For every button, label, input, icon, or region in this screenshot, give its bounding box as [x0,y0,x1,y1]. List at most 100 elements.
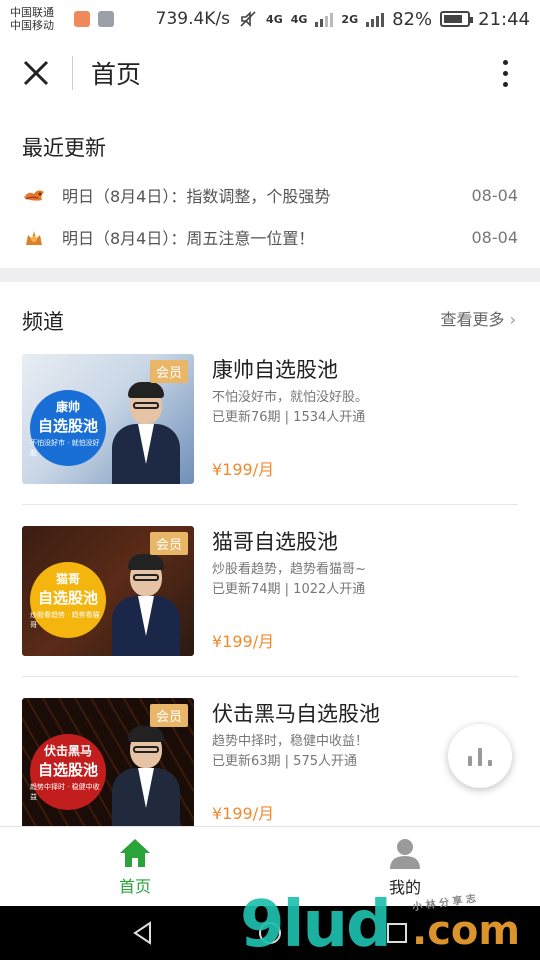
close-icon [23,60,49,86]
channel-card[interactable]: 猫哥 自选股池 炒股看趋势 · 趋势看猫哥 会员 猫哥自选股池 炒股看趋势，趋势… [22,526,518,656]
notification-app-icon [74,11,90,27]
member-badge: 会员 [149,704,188,727]
more-vertical-icon-dot [502,70,508,76]
bar-chart-icon-bar [468,756,472,766]
home-circle-icon [258,922,281,944]
channel-stats: 已更新63期 | 575人开通 [212,754,357,769]
channel-stats: 已更新74期 | 1022人开通 [212,582,366,597]
see-more-link[interactable]: 查看更多 › [440,306,516,330]
recent-updates-section: 最近更新 明日（8月4日）：指数调整，个股强势 08-04 明日（8月4日）：周… [0,108,540,268]
carrier-names: 中国联通 中国移动 [10,6,68,32]
network-type-1: 4G [266,12,283,26]
cover-title-circle: 猫哥 自选股池 炒股看趋势 · 趋势看猫哥 [30,562,106,638]
cover-title-circle: 康帅 自选股池 不怕没好市 · 就怕没好股 [30,390,106,466]
cover-line-3: 不怕没好市 · 就怕没好股 [30,439,100,457]
status-indicators: 739.4K/s 4G 4G 2G 82% 21:44 [156,9,530,30]
signal-bars-1-icon [315,11,334,27]
close-button[interactable] [0,38,72,108]
cover-line-1: 伏击黑马 [43,744,92,758]
recents-square-icon [386,923,407,943]
battery-fill [444,15,463,23]
bottom-tab-bar: 首页 我的 [0,826,540,906]
channel-description: 趋势中择时，稳健中收益！ [212,734,369,749]
more-options-button[interactable] [470,38,540,108]
bar-chart-icon-bar [488,760,492,766]
channel-name: 康帅自选股池 [212,358,338,382]
channel-description: 炒股看趋势，趋势看猫哥~ [212,562,366,577]
channels-title: 频道 [22,310,64,334]
cover-line-1: 康帅 [55,400,80,414]
member-badge: 会员 [149,360,188,383]
see-more-label: 查看更多 [440,310,505,329]
more-vertical-icon-dot [502,81,508,87]
home-icon [120,838,150,867]
page-title: 首页 [91,60,142,89]
update-date: 08-04 [471,185,519,205]
system-nav-bar [0,906,540,960]
tab-home[interactable]: 首页 [0,827,270,906]
recents-button[interactable] [377,913,417,953]
dragon-icon [22,185,46,205]
host-photo [106,376,186,484]
channel-price: ¥199/月 [212,632,275,651]
lion-icon [22,227,46,247]
channel-name: 猫哥自选股池 [212,530,338,554]
recent-updates-title: 最近更新 [22,136,106,160]
update-date: 08-04 [471,227,519,247]
tab-mine-label: 我的 [388,877,421,897]
channel-description: 不怕没好市，就怕没好股。 [212,390,369,405]
member-badge: 会员 [149,532,188,555]
cover-line-3: 趋势中择时 · 稳健中收益 [30,783,100,801]
channel-price: ¥199/月 [212,460,275,479]
carrier-2: 中国移动 [10,19,54,32]
channel-card[interactable]: 伏击黑马 自选股池 趋势中择时 · 稳健中收益 会员 伏击黑马自选股池 趋势中择… [22,698,518,826]
channel-name: 伏击黑马自选股池 [212,702,380,726]
app-header: 首页 [0,38,540,108]
channel-stats: 已更新76期 | 1534人开通 [212,410,366,425]
card-divider [22,504,518,505]
cover-title-circle: 伏击黑马 自选股池 趋势中择时 · 稳健中收益 [30,734,106,810]
mute-icon [240,11,256,27]
tab-home-label: 首页 [118,876,151,896]
update-text: 明日（8月4日）：周五注意一位置！ [62,229,315,248]
battery-icon [440,11,474,27]
channel-info: 猫哥自选股池 炒股看趋势，趋势看猫哥~ 已更新74期 | 1022人开通 ¥19… [212,526,518,656]
tab-mine[interactable]: 我的 [270,827,540,906]
battery-percent: 82% [392,8,433,30]
network-type-3: 2G [341,12,359,26]
chevron-right-icon: › [509,310,516,329]
home-nav-button[interactable] [250,913,290,953]
recent-update-item[interactable]: 明日（8月4日）：周五注意一位置！ 08-04 [22,220,518,254]
back-triangle-icon [133,921,152,945]
more-vertical-icon-dot [502,59,508,65]
cover-line-2: 自选股池 [37,761,98,779]
carrier-1: 中国联通 [10,6,54,19]
stats-float-button[interactable] [448,724,512,788]
cover-line-1: 猫哥 [55,572,80,586]
cover-line-2: 自选股池 [37,589,98,607]
update-text: 明日（8月4日）：指数调整，个股强势 [62,187,331,206]
image-notification-icon [98,11,114,27]
section-separator [0,268,540,282]
channel-price: ¥199/月 [212,804,275,823]
clock: 21:44 [478,8,530,30]
channel-cover-image: 伏击黑马 自选股池 趋势中择时 · 稳健中收益 会员 [22,698,194,826]
network-speed: 739.4K/s [155,9,231,29]
user-icon [390,838,420,869]
signal-bars-2-icon [366,11,385,27]
status-bar: 中国联通 中国移动 739.4K/s 4G 4G 2G 82% 21:44 [0,0,540,38]
cover-line-2: 自选股池 [37,417,98,435]
back-button[interactable] [123,913,163,953]
channel-info: 康帅自选股池 不怕没好市，就怕没好股。 已更新76期 | 1534人开通 ¥19… [212,354,518,484]
channel-cover-image: 康帅 自选股池 不怕没好市 · 就怕没好股 会员 [22,354,194,484]
host-photo [106,548,186,656]
channel-cover-image: 猫哥 自选股池 炒股看趋势 · 趋势看猫哥 会员 [22,526,194,656]
network-type-2: 4G [290,12,308,26]
card-divider [22,676,518,677]
header-divider [72,56,73,90]
recent-update-item[interactable]: 明日（8月4日）：指数调整，个股强势 08-04 [22,178,518,212]
cover-line-3: 炒股看趋势 · 趋势看猫哥 [30,611,100,629]
channel-card[interactable]: 康帅 自选股池 不怕没好市 · 就怕没好股 会员 康帅自选股池 不怕没好市，就怕… [22,354,518,484]
host-photo [106,720,186,826]
bar-chart-icon-bar [478,748,482,766]
